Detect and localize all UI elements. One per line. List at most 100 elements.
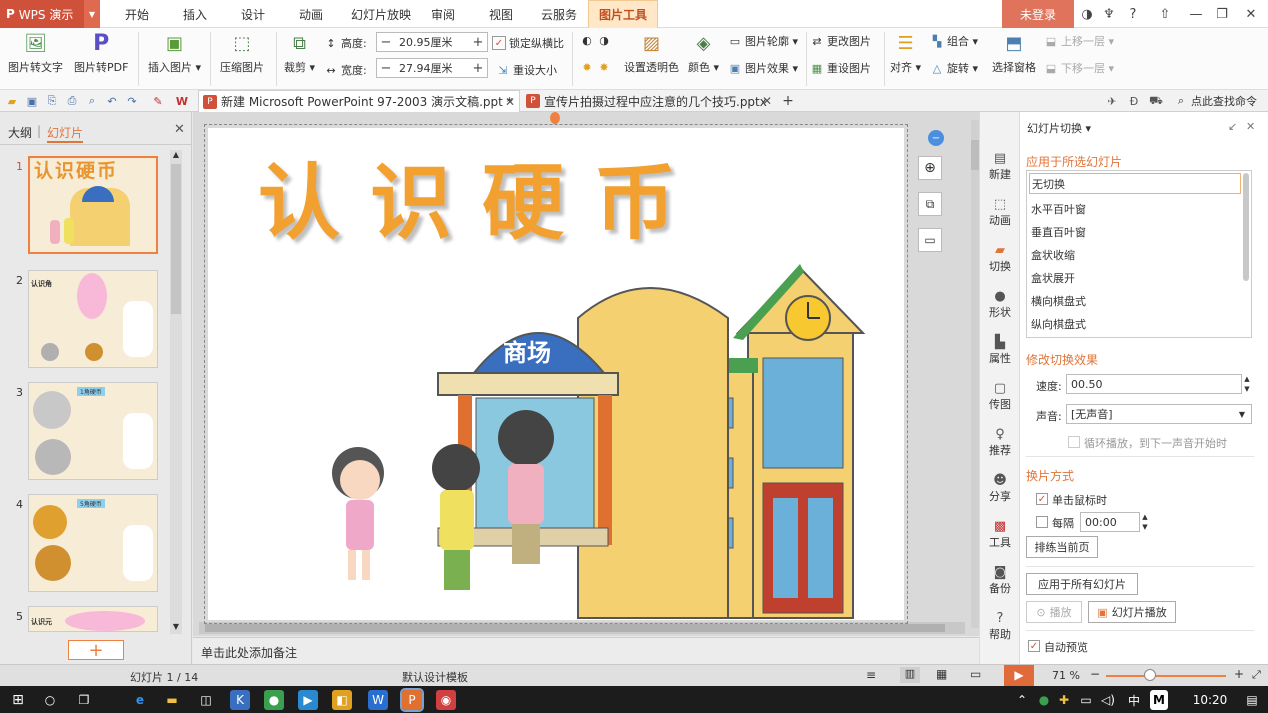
tab-design[interactable]: 设计	[226, 0, 280, 28]
normal-view-icon[interactable]: ▥	[900, 667, 920, 683]
speed-input[interactable]: 00.50	[1066, 374, 1242, 394]
tab-insert[interactable]: 插入	[168, 0, 222, 28]
crop-tool-icon[interactable]: ⧉	[918, 192, 942, 216]
print-icon[interactable]: ⎙	[64, 93, 80, 109]
task-view-icon[interactable]: ❐	[74, 690, 94, 710]
tray-expand-icon[interactable]: ⌃	[1012, 690, 1032, 710]
sorter-view-icon[interactable]: ▦	[936, 667, 947, 681]
scrollbar-thumb[interactable]	[171, 164, 181, 314]
store-icon[interactable]: ◫	[196, 690, 216, 710]
pane-title[interactable]: 幻灯片切换 ▾	[1027, 120, 1091, 136]
transition-list-scrollbar[interactable]	[1243, 173, 1249, 281]
transition-list[interactable]: 无切换 水平百叶窗 垂直百叶窗 盒状收缩 盒状展开 横向棋盘式 纵向棋盘式	[1026, 170, 1252, 338]
transition-item[interactable]: 垂直百叶窗	[1031, 224, 1086, 240]
crop-button[interactable]: ⧉ 裁剪 ▾	[284, 30, 315, 75]
side-transition[interactable]: ▰ 切换	[980, 242, 1020, 274]
picture-outline-button[interactable]: ▭ 图片轮廓 ▾	[728, 33, 798, 49]
reset-picture-button[interactable]: ▦ 重设图片	[810, 60, 871, 76]
wps-writer-icon[interactable]: W	[368, 690, 388, 710]
slide-thumbnail-3[interactable]: 1角硬币	[28, 382, 158, 480]
close-tab-icon[interactable]: ✕	[762, 94, 772, 108]
doc-tab-1[interactable]: P 新建 Microsoft PowerPoint 97-2003 演示文稿.p…	[198, 90, 520, 112]
side-share[interactable]: ☻ 分享	[980, 472, 1020, 504]
side-upload-picture[interactable]: ▢ 传图	[980, 380, 1020, 412]
file-explorer-icon[interactable]: ▬	[162, 690, 182, 710]
bring-forward-button[interactable]: ⬓ 上移一层 ▾	[1044, 33, 1114, 49]
slides-scrollbar[interactable]: ▲ ▼	[170, 150, 182, 634]
on-click-checkbox[interactable]: ✓	[1036, 493, 1048, 505]
height-stepper[interactable]: − 20.95厘米 +	[376, 32, 488, 52]
edge-icon[interactable]: e	[130, 690, 150, 710]
app-menu-dropdown-icon[interactable]: ▼	[84, 0, 100, 28]
share-icon[interactable]: Ð	[1126, 93, 1142, 109]
up-arrow-icon[interactable]: ▲	[1244, 375, 1249, 383]
selection-pane-button[interactable]: ⬒ 选择窗格	[992, 30, 1036, 75]
rotate-button[interactable]: △ 旋转 ▾	[930, 60, 978, 76]
notes-toggle-icon[interactable]: ≡	[866, 668, 876, 682]
sound-select[interactable]: [无声音] ▼	[1066, 404, 1252, 424]
rehearse-button[interactable]: 排练当前页	[1026, 536, 1098, 558]
tab-outline[interactable]: 大纲	[8, 124, 32, 141]
slide-thumbnail-5[interactable]: 认识元	[28, 606, 158, 632]
zoom-in-icon[interactable]: ⊕	[918, 156, 942, 180]
up-arrow-icon[interactable]: ▲	[1142, 513, 1147, 521]
redo-icon[interactable]: ↷	[124, 93, 140, 109]
shirt-icon[interactable]: ♆	[1098, 0, 1120, 28]
width-stepper[interactable]: − 27.94厘米 +	[376, 58, 488, 78]
editor-hscrollbar[interactable]	[199, 622, 965, 634]
close-pane-icon[interactable]: ✕	[1246, 120, 1255, 133]
open-icon[interactable]: ▰	[4, 93, 20, 109]
customize-qat-icon[interactable]: ✎	[150, 93, 166, 109]
transition-item[interactable]: 纵向棋盘式	[1031, 316, 1086, 332]
slide-thumbnail-1[interactable]: 认识硬币	[28, 156, 158, 254]
side-help[interactable]: ? 帮助	[980, 610, 1020, 642]
reset-size-button[interactable]: ⇲ 重设大小	[496, 62, 557, 78]
volume-icon[interactable]: ◁)	[1098, 690, 1118, 710]
slide-canvas[interactable]: 认识硬币 商场	[208, 128, 904, 620]
minimize-icon[interactable]: —	[1184, 0, 1208, 28]
transition-item[interactable]: 横向棋盘式	[1031, 293, 1086, 309]
lock-ratio-checkbox[interactable]: ✓ 锁定纵横比	[492, 35, 564, 51]
login-button[interactable]: 未登录	[1002, 0, 1074, 28]
transition-item[interactable]: 盒状展开	[1031, 270, 1075, 286]
collapse-pane-icon[interactable]: ↙	[1228, 120, 1237, 133]
save-icon[interactable]: ▣	[24, 93, 40, 109]
picture-to-text-button[interactable]: 🖼 图片转文字	[8, 30, 63, 75]
down-arrow-icon[interactable]: ▼	[1244, 385, 1249, 393]
undo-icon[interactable]: ↶	[104, 93, 120, 109]
notes-placeholder[interactable]: 单击此处添加备注	[201, 644, 297, 661]
ime-mode-icon[interactable]: M	[1150, 690, 1168, 710]
tab-view[interactable]: 视图	[474, 0, 528, 28]
add-slide-button[interactable]: +	[68, 640, 124, 661]
scroll-up-icon[interactable]: ▲	[170, 150, 182, 159]
send-backward-button[interactable]: ⬓ 下移一层 ▾	[1044, 60, 1114, 76]
zoom-out-icon[interactable]: −	[1090, 667, 1100, 681]
width-value[interactable]: 27.94厘米	[395, 60, 469, 76]
transition-item[interactable]: 盒状收缩	[1031, 247, 1075, 263]
close-panel-icon[interactable]: ✕	[174, 122, 185, 137]
mall-illustration[interactable]	[208, 258, 904, 620]
height-decrease-button[interactable]: −	[377, 33, 395, 51]
width-decrease-button[interactable]: −	[377, 59, 395, 77]
every-checkbox[interactable]	[1036, 516, 1048, 528]
transition-item[interactable]: 水平百叶窗	[1031, 201, 1086, 217]
change-picture-button[interactable]: ⇄ 更改图片	[810, 33, 871, 49]
notes-pane[interactable]: 单击此处添加备注	[193, 637, 979, 664]
contrast-buttons[interactable]: ◐ ◑	[580, 33, 614, 47]
wps-home-icon[interactable]: W	[174, 93, 190, 109]
tray-green-icon[interactable]: ●	[1034, 690, 1054, 710]
fit-slide-icon[interactable]: ▭	[918, 228, 942, 252]
group-button[interactable]: ▚ 组合 ▾	[930, 33, 978, 49]
set-transparent-button[interactable]: ▨ 设置透明色	[624, 30, 679, 75]
color-button[interactable]: ◈ 颜色 ▾	[688, 30, 719, 75]
app-k-icon[interactable]: K	[230, 690, 250, 710]
app-green-icon[interactable]: ●	[264, 690, 284, 710]
width-increase-button[interactable]: +	[469, 59, 487, 77]
side-recommend[interactable]: ♀ 推荐	[980, 426, 1020, 458]
zoom-slider-track[interactable]	[1106, 675, 1226, 677]
restore-icon[interactable]: ❐	[1210, 0, 1234, 28]
minus-zoom-icon[interactable]: −	[928, 130, 944, 146]
insert-picture-button[interactable]: ▣ 插入图片 ▾	[148, 30, 201, 75]
windows-start-icon[interactable]: ⊞	[8, 690, 28, 710]
loop-checkbox[interactable]	[1068, 436, 1080, 448]
